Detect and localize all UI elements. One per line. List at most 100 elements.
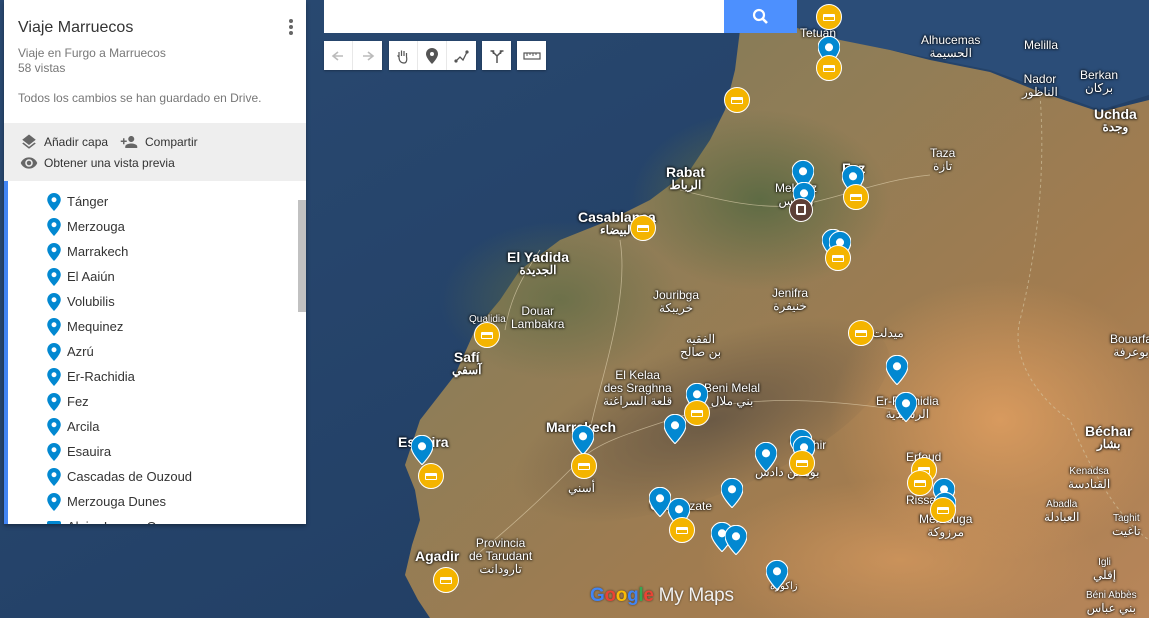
hotel-marker-icon[interactable]: [816, 55, 842, 81]
city-label-douar-lambakra: Douar Lambakra: [511, 304, 565, 331]
my-maps-wordmark: My Maps: [658, 585, 734, 606]
place-list-label: El Aaiún: [67, 269, 115, 284]
map-pin-icon[interactable]: [410, 434, 434, 466]
place-list-item[interactable]: Volubilis: [47, 289, 115, 314]
more-options-icon[interactable]: [288, 17, 294, 37]
place-marker-icon: [47, 242, 61, 261]
place-list-item[interactable]: Mequinez: [47, 314, 123, 339]
place-list-label: Esauira: [67, 444, 112, 459]
draw-line-button[interactable]: [447, 41, 476, 70]
place-list-item[interactable]: Merzouga: [47, 214, 125, 239]
add-layer-button[interactable]: Añadir capa: [20, 133, 108, 151]
hotel-marker-icon[interactable]: [669, 517, 695, 543]
hotel-marker-icon[interactable]: [433, 567, 459, 593]
place-list-item[interactable]: Alojar Luxury Camp: [47, 514, 181, 524]
place-list-label: Arcila: [67, 419, 100, 434]
search-button[interactable]: [724, 0, 797, 33]
map-pin-icon[interactable]: [754, 441, 778, 473]
undo-button[interactable]: [324, 41, 353, 70]
map-pin-icon[interactable]: [894, 391, 918, 423]
place-list-item[interactable]: Fez: [47, 389, 89, 414]
place-list-label: Cascadas de Ouzoud: [67, 469, 193, 484]
draw-line-icon: [453, 49, 469, 63]
place-marker-icon: [47, 442, 61, 461]
city-label-taghit: Taghit تاغيت: [1112, 513, 1141, 538]
place-marker-icon: [47, 367, 61, 386]
hotel-marker-icon[interactable]: [571, 453, 597, 479]
place-list-label: Mequinez: [67, 319, 124, 334]
place-marker-icon: [47, 317, 61, 336]
place-list-label: Volubilis: [67, 294, 115, 309]
hotel-marker-icon[interactable]: [630, 215, 656, 241]
map-description[interactable]: Viaje en Furgo a Marruecos: [18, 46, 166, 60]
place-marker-icon: [47, 217, 61, 236]
city-label-rabat: Rabat الرباط: [666, 164, 705, 192]
share-button[interactable]: Compartir: [119, 133, 198, 151]
google-wordmark: Google: [590, 585, 654, 606]
map-pin-icon[interactable]: [720, 477, 744, 509]
place-list-label: Er-Rachidia: [67, 369, 135, 384]
add-layer-label: Añadir capa: [44, 135, 109, 149]
redo-icon: [362, 50, 374, 61]
measure-toolbar: [517, 41, 546, 70]
city-label-melilla: Melilla: [1024, 38, 1059, 52]
map-legend-panel: Viaje Marruecos Viaje en Furgo a Marruec…: [4, 0, 306, 524]
bus-marker-icon[interactable]: [789, 198, 813, 222]
layers-icon: [22, 134, 36, 149]
hotel-marker-icon[interactable]: [825, 245, 851, 271]
map-pin-icon[interactable]: [765, 559, 789, 591]
city-label-safi: Safí آسفي: [452, 349, 482, 377]
measure-button[interactable]: [517, 41, 546, 70]
map-pin-icon[interactable]: [571, 424, 595, 456]
city-label-abadla: Abadla العبادلة: [1044, 499, 1080, 524]
add-marker-button[interactable]: [418, 41, 447, 70]
place-list-item[interactable]: Azrú: [47, 339, 94, 364]
select-hand-button[interactable]: [389, 41, 418, 70]
save-status: Todos los cambios se han guardado en Dri…: [18, 91, 262, 105]
preview-button[interactable]: Obtener una vista previa: [20, 154, 175, 172]
place-list-item[interactable]: Er-Rachidia: [47, 364, 135, 389]
map-pin-icon[interactable]: [885, 354, 909, 386]
place-list-label: Alojar Luxury Camp: [67, 519, 181, 524]
panel-scrollbar[interactable]: [298, 200, 306, 312]
place-list-item[interactable]: Marrakech: [47, 239, 128, 264]
map-title[interactable]: Viaje Marruecos: [18, 19, 133, 37]
add-directions-button[interactable]: [482, 41, 511, 70]
place-marker-icon: [47, 392, 61, 411]
place-list-item[interactable]: Esauira: [47, 439, 111, 464]
panel-actions: Añadir capa Compartir Obtener una vista …: [4, 123, 306, 181]
share-label: Compartir: [145, 135, 198, 149]
hotel-marker-icon[interactable]: [789, 450, 815, 476]
hotel-marker-icon[interactable]: [684, 400, 710, 426]
hotel-marker-icon[interactable]: [474, 322, 500, 348]
city-label-kenadsa: Kenadsa القنادسة: [1068, 466, 1111, 491]
hotel-marker-icon[interactable]: [907, 470, 933, 496]
search-input[interactable]: [324, 0, 724, 33]
city-label-taza: Taza تازة: [930, 146, 956, 173]
city-label-nador: Nador الناظور: [1022, 72, 1058, 99]
redo-button[interactable]: [353, 41, 382, 70]
city-label-berkan: Berkan بركان: [1080, 68, 1119, 95]
city-label-jouribga: Jouribga خريبكة: [653, 288, 700, 315]
city-label-asni: أسني: [568, 481, 596, 495]
hotel-marker-icon[interactable]: [724, 87, 750, 113]
map-pin-icon[interactable]: [663, 413, 687, 445]
hotel-marker-icon[interactable]: [848, 320, 874, 346]
place-list-item[interactable]: Arcila: [47, 414, 100, 439]
preview-label: Obtener una vista previa: [44, 156, 175, 170]
hotel-marker-icon[interactable]: [843, 184, 869, 210]
map-pin-icon[interactable]: [724, 524, 748, 556]
place-list-item[interactable]: Cascadas de Ouzoud: [47, 464, 192, 489]
add-person-icon: [120, 136, 138, 148]
hotel-marker-icon[interactable]: [816, 4, 842, 30]
hotel-marker-icon[interactable]: [930, 497, 956, 523]
place-list-item[interactable]: El Aaiún: [47, 264, 115, 289]
city-label-agadir: Agadir: [415, 548, 460, 564]
place-list-item[interactable]: Tánger: [47, 189, 108, 214]
place-marker-icon: [47, 267, 61, 286]
city-label-el-kelaa: El Kelaa des Sraghna قلعة السراغنة: [603, 368, 673, 408]
hotel-marker-icon[interactable]: [418, 463, 444, 489]
place-list-item[interactable]: Merzouga Dunes: [47, 489, 166, 514]
history-toolbar: [324, 41, 382, 70]
place-list-label: Fez: [67, 394, 89, 409]
